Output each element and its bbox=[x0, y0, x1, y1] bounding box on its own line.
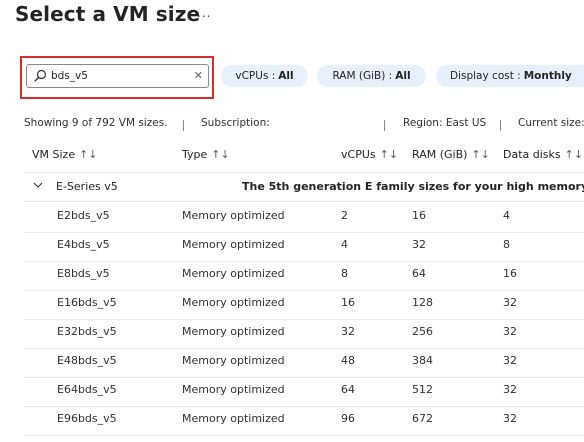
ram-cell: 256 bbox=[412, 325, 433, 338]
current-size-label: Current size: bbox=[518, 117, 584, 129]
vm-size-cell: E96bds_v5 bbox=[57, 412, 117, 425]
vcpus-cell: 48 bbox=[341, 354, 355, 367]
row-divider bbox=[24, 348, 584, 349]
data-disks-cell: 32 bbox=[503, 354, 517, 367]
vcpus-cell: 4 bbox=[341, 238, 348, 251]
type-cell: Memory optimized bbox=[182, 354, 285, 367]
ram-cell: 128 bbox=[412, 296, 433, 309]
column-header-label: RAM (GiB) bbox=[412, 148, 468, 161]
column-header-ram[interactable]: RAM (GiB) ↑↓ bbox=[412, 148, 490, 161]
sort-icon: ↑↓ bbox=[211, 148, 230, 161]
row-divider bbox=[24, 261, 584, 262]
type-cell: Memory optimized bbox=[182, 412, 285, 425]
ram-cell: 384 bbox=[412, 354, 433, 367]
column-header-label: Data disks bbox=[503, 148, 561, 161]
header-divider bbox=[24, 172, 584, 173]
row-divider bbox=[24, 201, 584, 202]
column-header-label: vCPUs bbox=[341, 148, 376, 161]
group-name: E-Series v5 bbox=[56, 180, 118, 193]
type-cell: Memory optimized bbox=[182, 325, 285, 338]
vcpus-filter-label: vCPUs : bbox=[235, 70, 276, 82]
data-disks-cell: 4 bbox=[503, 209, 510, 222]
row-divider bbox=[24, 435, 584, 436]
data-disks-cell: 8 bbox=[503, 238, 510, 251]
search-box[interactable]: ✕ bbox=[26, 64, 209, 88]
column-header-vcpus[interactable]: vCPUs ↑↓ bbox=[341, 148, 398, 161]
row-divider bbox=[24, 290, 584, 291]
column-header-label: VM Size bbox=[32, 148, 76, 161]
vm-size-cell: E2bds_v5 bbox=[57, 209, 110, 222]
column-header-type[interactable]: Type ↑↓ bbox=[182, 148, 230, 161]
vcpus-filter-value: All bbox=[278, 70, 294, 82]
data-disks-cell: 16 bbox=[503, 267, 517, 280]
column-header-vm-size[interactable]: VM Size ↑↓ bbox=[32, 148, 98, 161]
vm-size-cell: E8bds_v5 bbox=[57, 267, 110, 280]
page-title: Select a VM size bbox=[15, 2, 201, 26]
data-disks-cell: 32 bbox=[503, 412, 517, 425]
type-cell: Memory optimized bbox=[182, 296, 285, 309]
sort-icon: ↑↓ bbox=[379, 148, 399, 161]
info-separator bbox=[500, 120, 501, 131]
data-disks-cell: 32 bbox=[503, 325, 517, 338]
ram-cell: 672 bbox=[412, 412, 433, 425]
data-disks-cell: 32 bbox=[503, 383, 517, 396]
type-cell: Memory optimized bbox=[182, 209, 285, 222]
row-divider bbox=[24, 377, 584, 378]
vm-size-cell: E64bds_v5 bbox=[57, 383, 117, 396]
sort-icon: ↑↓ bbox=[79, 148, 98, 161]
column-header-label: Type bbox=[182, 148, 208, 161]
sort-icon: ↑↓ bbox=[564, 148, 584, 161]
vcpus-cell: 16 bbox=[341, 296, 355, 309]
info-separator bbox=[384, 120, 385, 131]
vm-size-cell: E48bds_v5 bbox=[57, 354, 117, 367]
ram-filter-label: RAM (GiB) : bbox=[332, 70, 393, 82]
vcpus-cell: 64 bbox=[341, 383, 355, 396]
display-cost-value: Monthly bbox=[523, 70, 572, 82]
column-header-data-disks[interactable]: Data disks ↑↓ bbox=[503, 148, 583, 161]
row-divider bbox=[24, 319, 584, 320]
vcpus-filter-pill[interactable]: vCPUs : All bbox=[221, 65, 308, 87]
ram-cell: 64 bbox=[412, 267, 426, 280]
vcpus-cell: 96 bbox=[341, 412, 355, 425]
ram-filter-value: All bbox=[395, 70, 411, 82]
info-separator bbox=[183, 120, 184, 131]
search-input[interactable] bbox=[51, 67, 191, 85]
ram-cell: 16 bbox=[412, 209, 426, 222]
vcpus-cell: 8 bbox=[341, 267, 348, 280]
row-divider bbox=[24, 232, 584, 233]
chevron-down-icon[interactable] bbox=[32, 179, 44, 191]
showing-count: Showing 9 of 792 VM sizes. bbox=[24, 117, 168, 129]
more-options-icon[interactable]: ... bbox=[197, 6, 211, 20]
ram-filter-pill[interactable]: RAM (GiB) : All bbox=[317, 65, 426, 87]
type-cell: Memory optimized bbox=[182, 267, 285, 280]
vm-size-cell: E4bds_v5 bbox=[57, 238, 110, 251]
subscription-label: Subscription: bbox=[201, 117, 270, 129]
display-cost-pill[interactable]: Display cost : Monthly bbox=[436, 65, 584, 87]
vm-size-cell: E16bds_v5 bbox=[57, 296, 117, 309]
vcpus-cell: 2 bbox=[341, 209, 348, 222]
sort-icon: ↑↓ bbox=[471, 148, 490, 161]
row-divider bbox=[24, 406, 584, 407]
type-cell: Memory optimized bbox=[182, 238, 285, 251]
type-cell: Memory optimized bbox=[182, 383, 285, 396]
search-icon bbox=[34, 69, 47, 82]
ram-cell: 32 bbox=[412, 238, 426, 251]
vm-size-blade: Select a VM size ... ✕ vCPUs : All RAM (… bbox=[0, 0, 584, 442]
clear-search-icon[interactable]: ✕ bbox=[194, 68, 203, 84]
region-label: Region: East US bbox=[403, 117, 487, 129]
vm-size-cell: E32bds_v5 bbox=[57, 325, 117, 338]
vcpus-cell: 32 bbox=[341, 325, 355, 338]
display-cost-label: Display cost : bbox=[450, 70, 521, 82]
group-description: The 5th generation E family sizes for yo… bbox=[242, 180, 584, 193]
data-disks-cell: 32 bbox=[503, 296, 517, 309]
ram-cell: 512 bbox=[412, 383, 433, 396]
